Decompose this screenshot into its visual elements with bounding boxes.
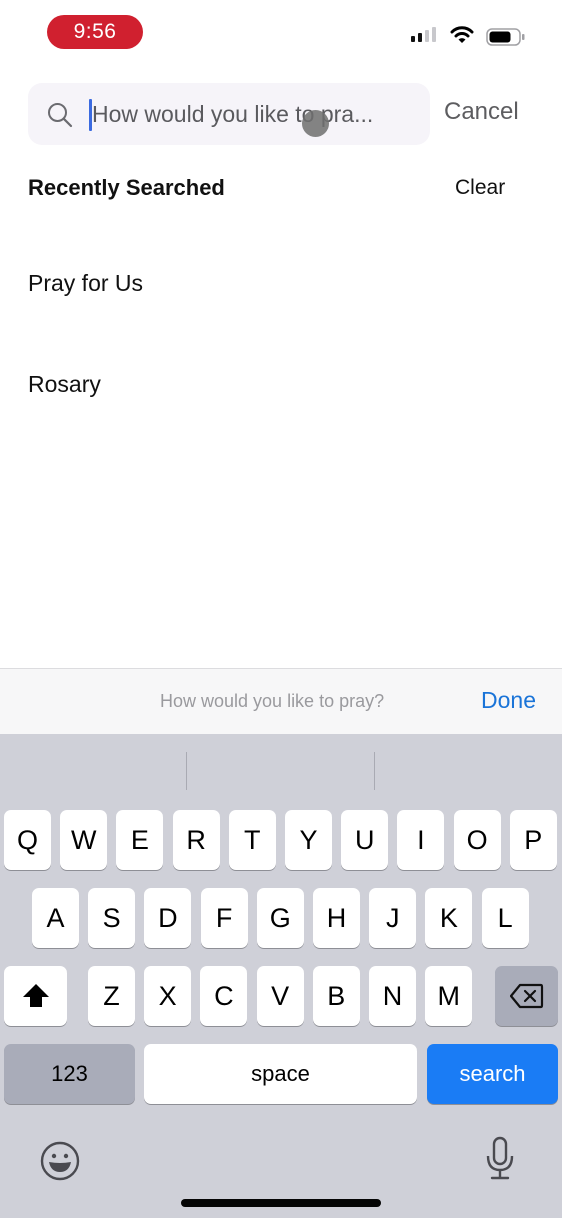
key-s[interactable]: S <box>88 888 136 948</box>
key-e[interactable]: E <box>116 810 164 870</box>
status-time: 9:56 <box>47 15 143 49</box>
key-w[interactable]: W <box>60 810 108 870</box>
key-u[interactable]: U <box>341 810 389 870</box>
cancel-button[interactable]: Cancel <box>444 98 519 126</box>
shift-arrow-icon <box>22 984 49 1007</box>
key-c[interactable]: C <box>200 966 248 1026</box>
key-f[interactable]: F <box>200 888 248 948</box>
accessory-hint-text: How would you like to pray? <box>160 691 385 711</box>
key-o[interactable]: O <box>453 810 501 870</box>
numbers-key[interactable]: 123 <box>4 1044 135 1104</box>
space-key[interactable]: space <box>144 1044 417 1104</box>
key-r[interactable]: R <box>172 810 220 870</box>
key-j[interactable]: J <box>369 888 417 948</box>
status-bar: 9:56 <box>0 0 562 60</box>
key-b[interactable]: B <box>312 966 360 1026</box>
suggestion-divider <box>374 752 375 790</box>
key-q[interactable]: Q <box>4 810 51 870</box>
suggestion-divider <box>186 752 187 790</box>
keyboard-accessory-bar: How would you like to pray? Done <box>0 668 562 734</box>
key-d[interactable]: D <box>144 888 192 948</box>
key-m[interactable]: M <box>425 966 473 1026</box>
search-key[interactable]: search <box>427 1044 558 1104</box>
microphone-icon[interactable] <box>484 1136 516 1182</box>
key-z[interactable]: Z <box>88 966 135 1026</box>
recent-search-item[interactable]: Pray for Us <box>28 270 143 297</box>
key-k[interactable]: K <box>425 888 473 948</box>
clear-button[interactable]: Clear <box>455 176 505 200</box>
shift-key[interactable] <box>4 966 67 1026</box>
search-icon <box>48 103 73 128</box>
delete-key[interactable] <box>495 966 558 1026</box>
key-h[interactable]: H <box>313 888 360 948</box>
home-indicator[interactable] <box>181 1199 381 1207</box>
key-y[interactable]: Y <box>285 810 332 870</box>
search-input[interactable] <box>92 83 412 145</box>
key-g[interactable]: G <box>256 888 304 948</box>
done-button[interactable]: Done <box>481 687 536 714</box>
key-l[interactable]: L <box>481 888 529 948</box>
wifi-icon <box>450 26 474 43</box>
touch-indicator <box>302 110 329 137</box>
recently-searched-heading: Recently Searched <box>28 175 225 200</box>
delete-backspace-icon <box>509 983 543 1009</box>
keyboard: QWERTYUIOP ASDFGHJKL ZXCVBNM 123 space s… <box>0 734 562 1218</box>
key-n[interactable]: N <box>369 966 416 1026</box>
key-a[interactable]: A <box>32 888 79 948</box>
emoji-icon[interactable] <box>39 1140 81 1182</box>
key-v[interactable]: V <box>256 966 304 1026</box>
key-i[interactable]: I <box>397 810 445 870</box>
key-t[interactable]: T <box>228 810 276 870</box>
key-p[interactable]: P <box>509 810 557 870</box>
cellular-signal-icon <box>411 27 436 42</box>
key-x[interactable]: X <box>144 966 192 1026</box>
recent-search-item[interactable]: Rosary <box>28 371 101 398</box>
text-cursor <box>89 99 92 131</box>
battery-icon <box>486 28 525 46</box>
